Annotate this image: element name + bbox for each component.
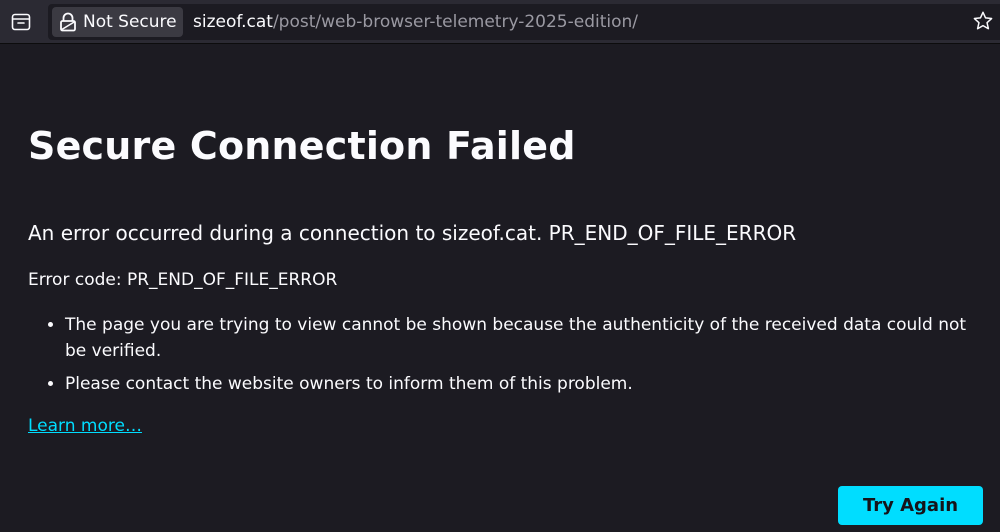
error-code: Error code: PR_END_OF_FILE_ERROR <box>28 270 338 290</box>
bookmark-button[interactable] <box>972 10 998 36</box>
url-path: /post/web-browser-telemetry-2025-edition… <box>272 12 639 32</box>
try-again-button[interactable]: Try Again <box>838 486 983 525</box>
browser-toolbar: Not Secure sizeof.cat/post/web-browser-t… <box>0 0 1000 44</box>
url-text[interactable]: sizeof.cat/post/web-browser-telemetry-20… <box>193 4 638 40</box>
list-item: The page you are trying to view cannot b… <box>65 312 977 364</box>
lock-warning-icon <box>60 12 76 32</box>
list-item: Please contact the website owners to inf… <box>65 371 977 397</box>
tab-list-button[interactable] <box>6 8 36 36</box>
star-icon <box>973 11 993 30</box>
error-details-list: The page you are trying to view cannot b… <box>28 312 977 404</box>
tab-list-icon <box>11 13 31 31</box>
url-domain: sizeof.cat <box>193 12 273 32</box>
not-secure-label: Not Secure <box>83 12 177 32</box>
url-bar[interactable]: Not Secure sizeof.cat/post/web-browser-t… <box>48 4 1000 40</box>
site-identity-button[interactable]: Not Secure <box>52 7 183 37</box>
learn-more-link[interactable]: Learn more… <box>28 416 142 436</box>
page-title: Secure Connection Failed <box>28 124 576 168</box>
error-short-description: An error occurred during a connection to… <box>28 221 797 245</box>
